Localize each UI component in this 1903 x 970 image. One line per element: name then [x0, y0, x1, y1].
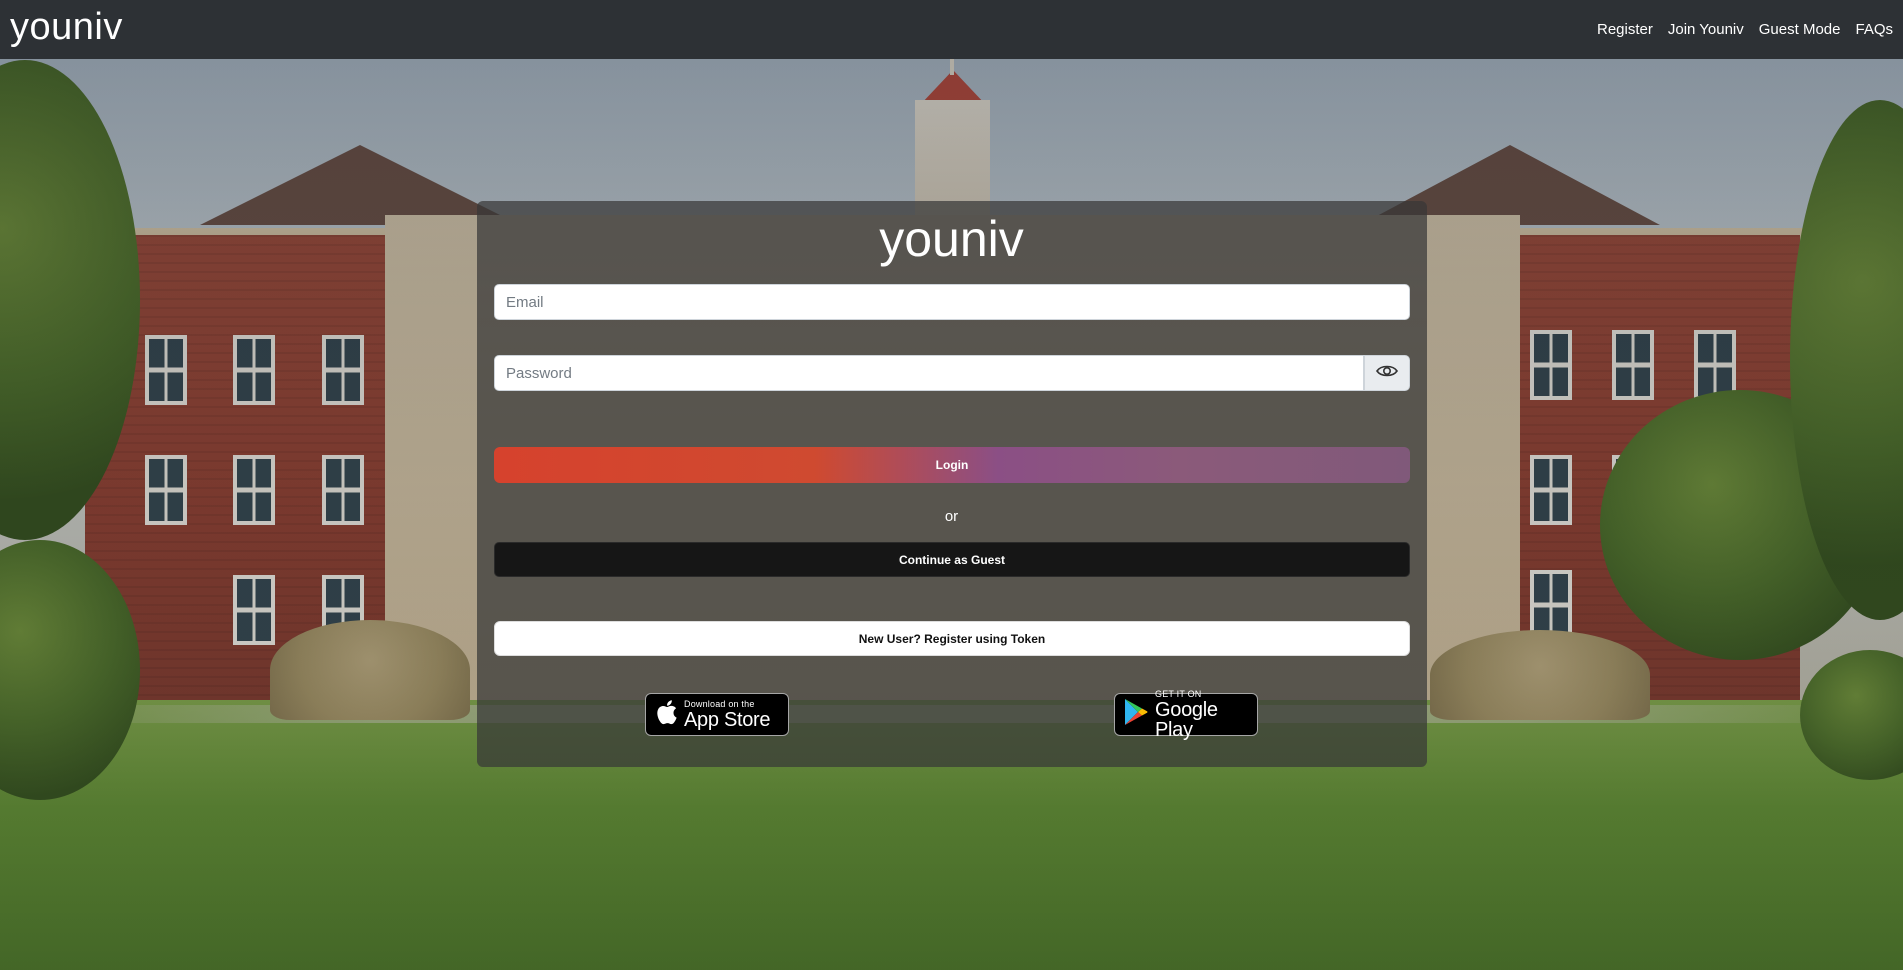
- nav-links: Register Join Youniv Guest Mode FAQs: [1597, 22, 1893, 37]
- login-button[interactable]: Login: [494, 447, 1410, 483]
- password-field[interactable]: [494, 355, 1364, 391]
- navbar: youniv Register Join Youniv Guest Mode F…: [0, 0, 1903, 59]
- app-store-badge[interactable]: Download on the App Store: [645, 693, 789, 736]
- email-input[interactable]: [495, 285, 1409, 319]
- nav-link-register[interactable]: Register: [1597, 22, 1653, 37]
- google-play-icon: [1123, 698, 1149, 731]
- apple-icon: [654, 698, 678, 731]
- app-store-big-text: App Store: [684, 708, 771, 731]
- eye-icon: [1376, 364, 1398, 383]
- nav-link-join-youniv[interactable]: Join Youniv: [1668, 22, 1744, 37]
- google-play-big-text: Google Play: [1155, 698, 1218, 741]
- register-token-button[interactable]: New User? Register using Token: [494, 621, 1410, 656]
- card-logo: youniv: [879, 211, 1024, 267]
- email-field[interactable]: [494, 284, 1410, 320]
- app-store-small-text: Download on the: [684, 698, 755, 709]
- nav-link-faqs[interactable]: FAQs: [1855, 22, 1893, 37]
- password-input[interactable]: [495, 356, 1363, 390]
- brand-logo[interactable]: youniv: [10, 8, 123, 46]
- google-play-badge-text: GET IT ON Google Play: [1155, 688, 1249, 741]
- google-play-badge[interactable]: GET IT ON Google Play: [1114, 689, 1258, 740]
- app-store-badge-text: Download on the App Store: [684, 698, 771, 731]
- or-divider: or: [944, 508, 959, 525]
- google-play-small-text: GET IT ON: [1155, 688, 1202, 699]
- continue-as-guest-button[interactable]: Continue as Guest: [494, 542, 1410, 577]
- nav-link-guest-mode[interactable]: Guest Mode: [1759, 22, 1841, 37]
- show-password-button[interactable]: [1364, 355, 1410, 391]
